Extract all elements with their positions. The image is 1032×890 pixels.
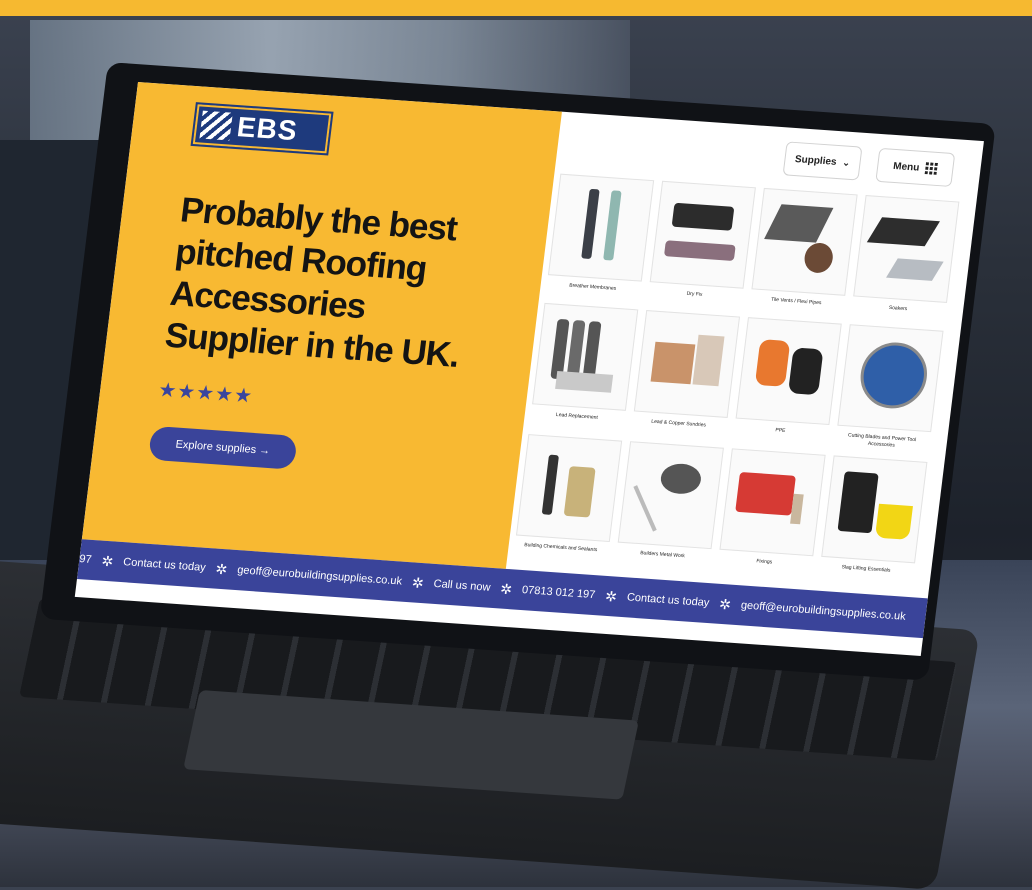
product-label: Lead & Copper Sundries [650, 418, 707, 429]
product-label: Dry Fix [686, 290, 703, 298]
ticker-item[interactable]: Call us now [433, 578, 491, 594]
asterisk-icon: ✲ [214, 560, 229, 577]
product-card[interactable]: Soakers [852, 195, 960, 316]
product-card[interactable]: Fixings [718, 448, 826, 569]
product-card[interactable]: PPE [734, 317, 842, 438]
explore-supplies-button[interactable]: Explore supplies → [147, 425, 298, 470]
logo[interactable]: EBS [190, 101, 334, 156]
fixings-image [719, 448, 826, 557]
product-label: Tile Vents / Flexi Pipes [770, 296, 822, 307]
ticker-email[interactable]: geoff@eurobuildingsupplies.co.uk [740, 599, 906, 622]
grid-icon [924, 162, 939, 175]
building-chemicals-image [515, 434, 623, 543]
menu-button[interactable]: Menu [875, 147, 956, 187]
product-grid: Breather Membranes Dry Fix Tile Vents / … [506, 173, 964, 599]
ticker-item[interactable]: Contact us today [123, 556, 207, 574]
cutting-blade-image [837, 324, 944, 433]
product-card[interactable]: Slag Lifting Essentials [820, 455, 928, 576]
ticker-item[interactable]: Contact us today [626, 591, 710, 609]
dry-fix-image [649, 180, 756, 289]
lead-copper-sundries-image [633, 310, 741, 418]
asterisk-icon: ✲ [411, 573, 425, 591]
chevron-down-icon: ⌄ [842, 156, 851, 168]
breather-membrane-image [547, 173, 655, 282]
soakers-image [853, 195, 960, 303]
product-label: Builders Metal Work [639, 550, 686, 560]
ticker-phone[interactable]: 07813 012 197 [521, 584, 596, 601]
product-card[interactable]: Builders Metal Work [616, 441, 724, 562]
product-label: Lead Replacement [555, 411, 599, 421]
ticker-item: 97 [78, 553, 93, 566]
product-label: Cutting Blades and Power Tool Accessorie… [847, 432, 917, 449]
product-card[interactable]: Dry Fix [648, 180, 756, 302]
product-label: Fixings [755, 558, 773, 566]
product-label: Slag Lifting Essentials [841, 564, 891, 574]
ticker-email[interactable]: geoff@eurobuildingsupplies.co.uk [237, 564, 403, 587]
product-label: Breather Membranes [568, 282, 617, 292]
asterisk-icon: ✲ [718, 595, 733, 613]
product-card[interactable]: Lead & Copper Sundries [632, 310, 741, 431]
logo-mark-icon [199, 110, 233, 141]
product-label: Building Chemicals and Sealants [523, 542, 598, 554]
product-card[interactable]: Breather Membranes [546, 173, 655, 295]
product-card[interactable]: Lead Replacement [530, 302, 639, 424]
rating-stars: ★★★★★ [157, 379, 255, 408]
product-card[interactable]: Cutting Blades and Power Tool Accessorie… [835, 324, 944, 452]
logo-text: EBS [235, 111, 300, 147]
slag-lifting-image [821, 455, 928, 564]
top-banner-strip [0, 0, 1032, 16]
product-card[interactable]: Tile Vents / Flexi Pipes [750, 187, 858, 309]
menu-label: Menu [892, 160, 921, 174]
asterisk-icon: ✲ [604, 587, 618, 605]
asterisk-icon: ✲ [100, 552, 115, 569]
product-label: PPE [774, 427, 786, 434]
product-label: Soakers [888, 304, 908, 313]
hero-headline: Probably the best pitched Roofing Access… [162, 190, 462, 375]
asterisk-icon: ✲ [499, 580, 514, 597]
hero-section: EBS Probably the best pitched Roofing Ac… [81, 82, 562, 569]
ppe-gloves-image [735, 317, 842, 426]
builders-metal-work-image [617, 441, 724, 550]
supplies-dropdown[interactable]: Supplies ⌄ [782, 141, 863, 181]
lead-replacement-image [532, 302, 639, 411]
tile-vent-image [751, 187, 858, 296]
product-card[interactable]: Building Chemicals and Sealants [514, 434, 623, 555]
laptop-screen: EBS Probably the best pitched Roofing Ac… [74, 82, 984, 656]
supplies-label: Supplies [794, 153, 838, 168]
